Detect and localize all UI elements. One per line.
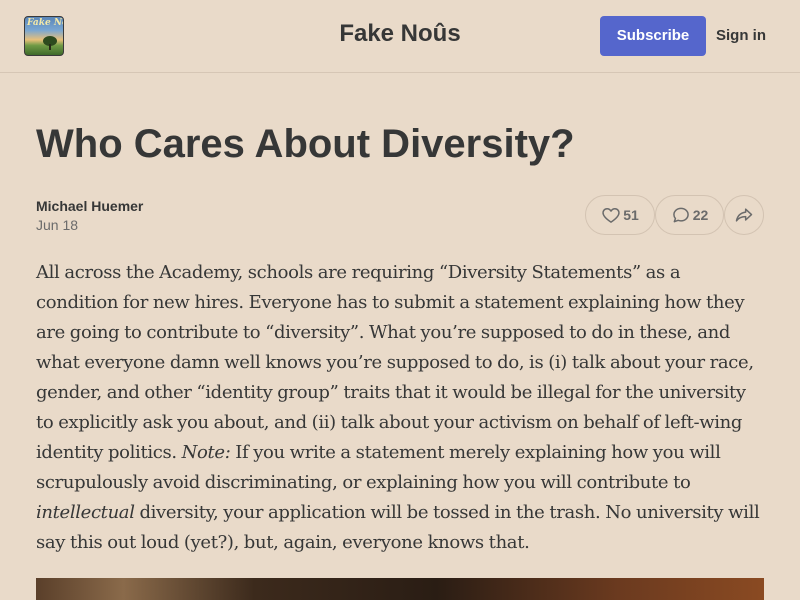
post-title: Who Cares About Diversity?	[36, 122, 575, 166]
sign-in-button[interactable]: Sign in	[714, 16, 768, 56]
post-date: Jun 18	[36, 217, 79, 233]
subscribe-button[interactable]: Subscribe	[600, 16, 706, 56]
publication-logo[interactable]: Fake Noûs	[24, 16, 64, 56]
top-navigation-bar: Fake Noûs Fake Noûs Subscribe Sign in	[0, 0, 800, 73]
post-body-paragraph: All across the Academy, schools are requ…	[36, 258, 766, 558]
body-text-part-1: All across the Academy, schools are requ…	[36, 262, 754, 463]
body-intellectual-emphasis: intellectual	[36, 502, 135, 523]
post-image	[36, 578, 764, 600]
comment-count: 22	[692, 207, 709, 223]
comment-button[interactable]: 22	[655, 195, 724, 235]
body-text-part-3: diversity, your application will be toss…	[36, 502, 760, 553]
like-count: 51	[623, 207, 639, 223]
logo-tree-trunk	[49, 44, 51, 50]
like-button[interactable]: 51	[585, 195, 655, 235]
author-name[interactable]: Michael Huemer	[36, 198, 143, 214]
logo-text: Fake Noûs	[27, 18, 63, 28]
share-button[interactable]	[724, 195, 764, 235]
body-note-emphasis: Note:	[181, 442, 231, 463]
comment-bubble-icon	[671, 205, 691, 225]
share-arrow-icon	[734, 205, 754, 225]
heart-icon	[601, 205, 621, 225]
